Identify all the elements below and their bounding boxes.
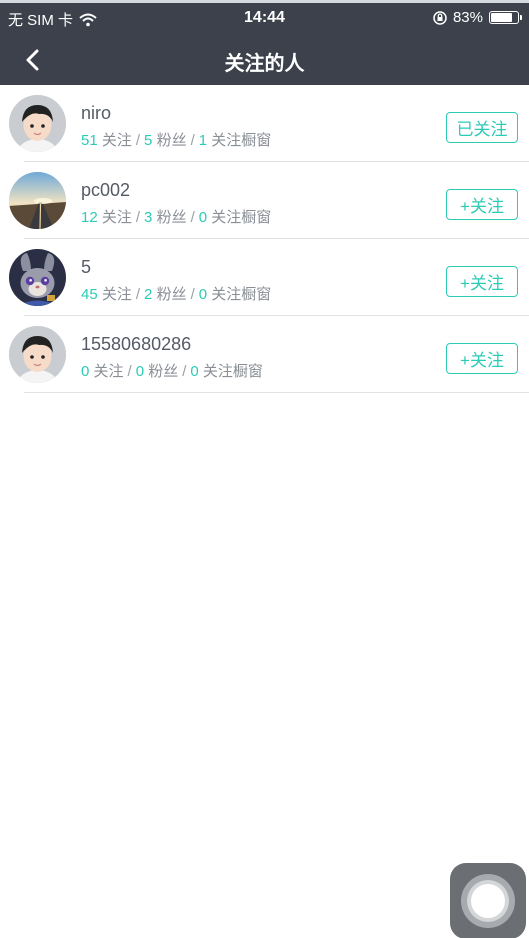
battery-fill [491,13,512,22]
follows-count: 51 [81,132,98,149]
battery-percent: 83% [452,9,483,26]
windows-label: 关注橱窗 [211,286,272,303]
fans-label: 粉丝 [156,209,187,226]
follow-button[interactable]: +关注 [446,266,518,297]
status-bar: 无 SIM 卡 14:44 83% [0,3,529,33]
fans-label: 粉丝 [156,286,187,303]
header: 无 SIM 卡 14:44 83% 关注的人 [0,0,529,85]
list-item[interactable]: pc002 12 关注/3 粉丝/0 关注橱窗 +关注 [0,162,529,239]
user-name: 5 [81,257,92,277]
road-landscape-avatar[interactable] [9,172,66,229]
cartoon-boy-avatar[interactable] [9,326,66,383]
separator: / [135,132,141,149]
separator: / [190,132,195,149]
user-stats: 45 关注/2 粉丝/0 关注橱窗 [81,283,271,304]
follows-count: 12 [81,209,98,226]
separator: / [182,363,187,380]
follow-button[interactable]: +关注 [446,343,518,374]
follows-count: 45 [81,286,98,303]
separator: / [190,286,195,303]
user-name: 15580680286 [81,334,192,354]
windows-count: 1 [198,132,208,149]
list-item[interactable]: 5 45 关注/2 粉丝/0 关注橱窗 +关注 [0,239,529,316]
separator: / [127,363,132,380]
separator: / [135,286,141,303]
fans-count: 2 [144,286,153,303]
fans-count: 5 [144,132,153,149]
windows-label: 关注橱窗 [202,363,263,380]
user-stats: 0 关注/0 粉丝/0 关注橱窗 [81,360,263,381]
user-name: niro [81,103,112,123]
rabbit-character-avatar[interactable] [9,249,66,306]
separator: / [190,209,195,226]
follows-label: 关注 [101,132,132,149]
list-item[interactable]: 15580680286 0 关注/0 粉丝/0 关注橱窗 +关注 [0,316,529,393]
user-stats: 51 关注/5 粉丝/1 关注橱窗 [81,129,271,150]
nav-bar: 关注的人 [0,33,529,88]
follows-count: 0 [81,363,90,380]
windows-count: 0 [198,286,208,303]
fans-label: 粉丝 [156,132,187,149]
separator: / [135,209,141,226]
divider [24,392,529,393]
windows-label: 关注橱窗 [211,132,272,149]
page-title: 关注的人 [224,53,305,75]
follows-label: 关注 [93,363,124,380]
windows-label: 关注橱窗 [211,209,272,226]
follow-button[interactable]: +关注 [446,189,518,220]
fans-count: 3 [144,209,153,226]
windows-count: 0 [190,363,199,380]
user-stats: 12 关注/3 粉丝/0 关注橱窗 [81,206,271,227]
following-button[interactable]: 已关注 [446,112,518,143]
battery-icon [489,11,522,24]
list-item[interactable]: niro 51 关注/5 粉丝/1 关注橱窗 已关注 [0,85,529,162]
cartoon-boy-avatar[interactable] [9,95,66,152]
user-name: pc002 [81,180,131,200]
assistive-touch-button[interactable] [450,863,526,938]
fans-label: 粉丝 [148,363,179,380]
fans-count: 0 [135,363,145,380]
windows-count: 0 [198,209,208,226]
assistive-touch-core [471,884,505,918]
follows-label: 关注 [101,286,132,303]
follows-label: 关注 [101,209,132,226]
following-list: niro 51 关注/5 粉丝/1 关注橱窗 已关注 pc002 12 关注 /… [0,85,529,393]
rotation-lock-icon [433,10,447,25]
